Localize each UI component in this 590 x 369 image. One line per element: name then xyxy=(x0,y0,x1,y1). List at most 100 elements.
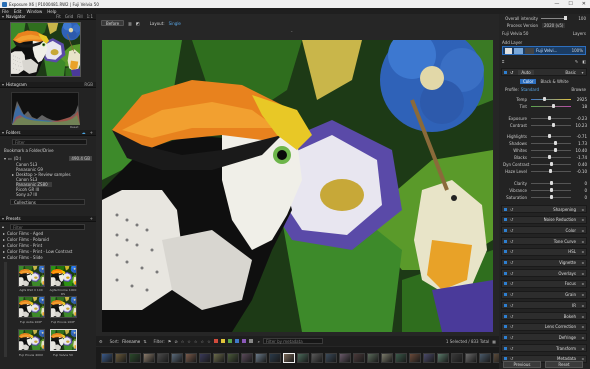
collapse-triangle-icon[interactable]: ▾ xyxy=(2,82,4,87)
menu-file[interactable]: File xyxy=(2,9,9,14)
scroll-up-icon[interactable]: ▴ xyxy=(2,224,4,229)
settings-icon[interactable]: ⚙ xyxy=(99,339,103,344)
filmstrip-thumbnail[interactable] xyxy=(325,353,337,363)
star-rating-2[interactable]: ☆ xyxy=(187,339,191,344)
star-rating-3[interactable]: ☆ xyxy=(194,339,198,344)
histogram-mode[interactable]: RGB xyxy=(84,82,93,87)
crop-icon[interactable]: ⌗ xyxy=(502,59,504,64)
slider-value[interactable]: -0.23 xyxy=(573,116,587,121)
preset-group[interactable]: ▸ Color Films - Print - Low Contrast xyxy=(3,249,72,254)
section-enable-checkbox[interactable] xyxy=(504,357,507,361)
menu-edit[interactable]: Edit xyxy=(14,9,22,14)
reset-icon[interactable]: ↺ xyxy=(510,70,513,75)
profile-browse-button[interactable]: Browse xyxy=(571,87,590,92)
slider-value[interactable]: 18 xyxy=(573,104,587,109)
filmstrip-thumbnail[interactable] xyxy=(353,353,365,363)
nav-1to1[interactable]: 1:1 xyxy=(87,14,93,19)
expand-chevron-icon[interactable]: ◂ xyxy=(580,207,586,212)
nav-fit[interactable]: Fit xyxy=(56,14,61,19)
slider-track[interactable] xyxy=(531,97,571,101)
navigator-preview[interactable] xyxy=(10,22,81,77)
slider-knob[interactable] xyxy=(549,195,553,199)
section-enable-checkbox[interactable] xyxy=(504,314,507,318)
auto-button[interactable]: Auto xyxy=(518,69,534,75)
expand-icon[interactable]: ▾ xyxy=(4,156,6,161)
expand-chevron-icon[interactable]: ◂ xyxy=(580,324,586,329)
slider-value[interactable]: 0 xyxy=(573,181,587,186)
preset-thumbnail-selected[interactable] xyxy=(50,329,77,351)
section-lens-correction[interactable]: ↺ Lens Correction ◂ xyxy=(501,322,587,331)
filmstrip-thumbnail[interactable] xyxy=(101,353,113,363)
collapse-triangle-icon[interactable]: ▾ xyxy=(2,130,4,135)
preset-thumbnail[interactable] xyxy=(18,329,45,351)
slider-contrast[interactable]: Contrast 10.23 xyxy=(503,122,587,128)
color-label-red[interactable] xyxy=(213,339,218,343)
reset-icon[interactable]: ↺ xyxy=(510,228,513,233)
preset-group[interactable]: ▸ Color Films - Aged xyxy=(3,231,43,236)
section-grain[interactable]: ↺ Grain ◂ xyxy=(501,290,587,299)
slider-track[interactable] xyxy=(531,141,571,145)
filmstrip-thumbnail[interactable] xyxy=(115,353,127,363)
sort-direction-icon[interactable]: ⇅ xyxy=(143,339,146,344)
filmstrip-thumbnail[interactable] xyxy=(143,353,155,363)
preset-group[interactable]: ▸ Color Films - Print xyxy=(3,243,42,248)
slider-track[interactable] xyxy=(531,195,571,199)
section-enable-checkbox[interactable] xyxy=(504,335,507,339)
slider-whites[interactable]: Whites 10.40 xyxy=(503,147,587,153)
collapse-chevron-icon[interactable]: ▾ xyxy=(580,70,586,75)
layer-mask-thumbnail[interactable] xyxy=(525,47,534,54)
navigator-header[interactable]: ▾ Navigator Fit Grid Fill 1:1 xyxy=(0,14,96,20)
slider-value[interactable]: 10.40 xyxy=(573,148,587,153)
filmstrip-thumbnail[interactable] xyxy=(227,353,239,363)
expand-chevron-icon[interactable]: ◂ xyxy=(580,292,586,297)
slider-haze-level[interactable]: Haze Level -0.10 xyxy=(503,168,587,174)
color-mode-tab[interactable]: Color xyxy=(520,78,537,84)
slider-knob[interactable] xyxy=(549,169,553,173)
filmstrip-thumbnail-selected[interactable] xyxy=(283,353,295,363)
filmstrip-thumbnail[interactable] xyxy=(297,353,309,363)
slider-highlights[interactable]: Highlights -0.71 xyxy=(503,133,587,139)
slider-clarity[interactable]: Clarity 0 xyxy=(503,180,587,186)
layer-row[interactable]: Fuji Velvi... 100% xyxy=(502,46,586,55)
reset-icon[interactable]: ↺ xyxy=(510,335,513,340)
folders-header[interactable]: ▾ Folders ☁ + xyxy=(0,130,96,136)
main-photo[interactable] xyxy=(102,40,493,332)
nav-grid[interactable]: Grid xyxy=(65,14,73,19)
slider-value[interactable]: -0.71 xyxy=(573,134,587,139)
add-layer-row[interactable]: Add Layer xyxy=(499,39,590,45)
section-color[interactable]: ↺ Color ◂ xyxy=(501,226,587,235)
brush-icon[interactable]: ✎ xyxy=(575,59,578,64)
filmstrip-thumbnail[interactable] xyxy=(339,353,351,363)
cloud-icon[interactable]: ☁ xyxy=(82,130,86,135)
reset-icon[interactable]: ↺ xyxy=(510,303,513,308)
section-noise-reduction[interactable]: ↺ Noise Reduction ◂ xyxy=(501,215,587,224)
bw-mode-tab[interactable]: Black & White xyxy=(540,79,568,84)
section-vignette[interactable]: ↺ Vignette ◂ xyxy=(501,258,587,267)
filmstrip-thumbnail[interactable] xyxy=(185,353,197,363)
slider-dyn-contrast[interactable]: Dyn Contrast 0.40 xyxy=(503,161,587,167)
reset-icon[interactable]: ↺ xyxy=(510,207,513,212)
before-button[interactable]: Before xyxy=(101,20,125,26)
section-hsl[interactable]: ↺ HSL ◂ xyxy=(501,247,587,256)
filmstrip-thumbnail[interactable] xyxy=(199,353,211,363)
color-label-green[interactable] xyxy=(227,339,232,343)
filmstrip-thumbnail[interactable] xyxy=(381,353,393,363)
filmstrip-thumbnail[interactable] xyxy=(311,353,323,363)
slider-value[interactable]: 2925 xyxy=(573,97,587,102)
reset-icon[interactable]: ↺ xyxy=(510,324,513,329)
slider-track[interactable] xyxy=(531,148,571,152)
slider-knob[interactable] xyxy=(548,116,552,120)
section-enable-checkbox[interactable] xyxy=(504,271,507,275)
slider-knob[interactable] xyxy=(547,155,551,159)
reset-icon[interactable]: ↺ xyxy=(510,260,513,265)
slider-knob[interactable] xyxy=(549,188,553,192)
section-bokeh[interactable]: ↺ Bokeh ◂ xyxy=(501,312,587,320)
filmstrip-thumbnail[interactable] xyxy=(437,353,449,363)
preset-group[interactable]: ▾ Color Films - Slide xyxy=(3,255,43,260)
flag-icon[interactable]: ⚑ xyxy=(168,339,172,344)
reset-icon[interactable]: ↺ xyxy=(510,249,513,254)
folders-filter-input[interactable]: Filter xyxy=(12,139,87,145)
slider-track[interactable] xyxy=(531,162,571,166)
slider-value[interactable]: 0.40 xyxy=(573,162,587,167)
slider-temp[interactable]: Temp 2925 xyxy=(503,96,587,102)
